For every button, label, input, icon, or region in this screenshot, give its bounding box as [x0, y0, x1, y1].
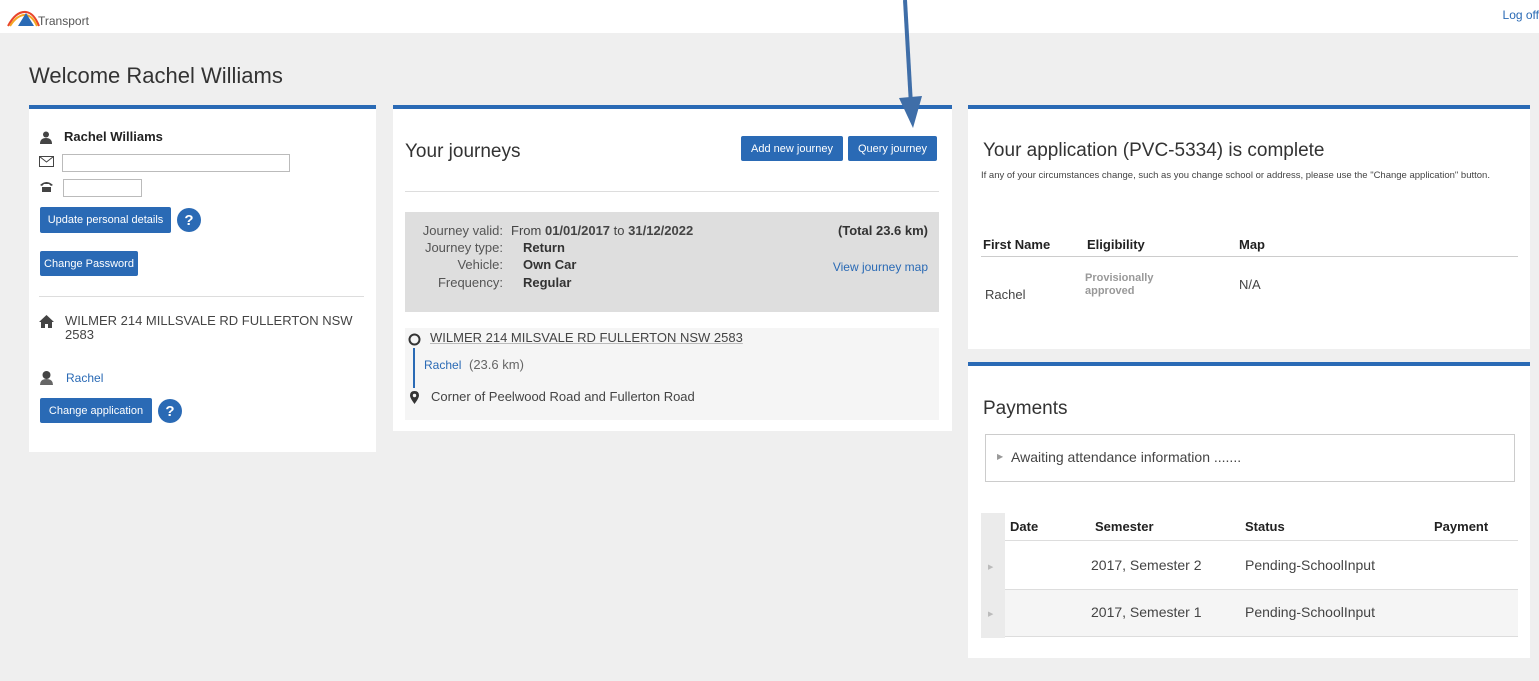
map-marker-icon — [408, 390, 420, 404]
table-row[interactable]: 2017, Semester 2 Pending-SchoolInput — [1005, 541, 1518, 589]
email-field[interactable] — [62, 154, 290, 172]
journeys-title: Your journeys — [405, 141, 521, 162]
journey-valid-label: Journey valid: — [422, 223, 503, 238]
divider — [405, 191, 939, 192]
column-header: Map — [1239, 237, 1265, 252]
application-first-name: Rachel — [985, 287, 1026, 302]
valid-to-date: 31/12/2022 — [628, 223, 694, 238]
table-row[interactable]: 2017, Semester 1 Pending-SchoolInput — [1005, 590, 1518, 636]
profile-panel: Rachel Williams Update personal details … — [29, 105, 376, 452]
awaiting-info-box[interactable]: ▶ Awaiting attendance information ......… — [985, 434, 1515, 482]
column-header: Payment — [1434, 519, 1489, 534]
start-point-icon — [407, 332, 421, 346]
add-new-journey-button[interactable]: Add new journey — [741, 136, 843, 161]
divider — [981, 256, 1518, 257]
help-icon[interactable]: ? — [158, 399, 182, 423]
phone-field[interactable] — [63, 179, 142, 197]
valid-to-word: to — [613, 223, 625, 238]
top-bar: Transport Log off — [0, 0, 1539, 33]
help-icon[interactable]: ? — [177, 208, 201, 232]
column-header: First Name — [983, 237, 1051, 252]
divider — [39, 296, 364, 297]
application-panel: Your application (PVC-5334) is complete … — [968, 105, 1530, 349]
application-note: If any of your circumstances change, suc… — [981, 170, 1490, 181]
journeys-panel: Your journeys Add new journey Query jour… — [393, 105, 952, 431]
expand-arrow-icon[interactable]: ▶ — [997, 452, 1003, 461]
payment-semester: 2017, Semester 1 — [1091, 604, 1202, 620]
route-line — [413, 348, 415, 388]
change-application-button[interactable]: Change application — [40, 398, 152, 423]
column-header: Semester — [1095, 519, 1154, 534]
payments-panel: Payments ▶ Awaiting attendance informati… — [968, 362, 1530, 658]
view-journey-map-link[interactable]: View journey map — [833, 260, 928, 274]
journey-type-value: Return — [523, 240, 565, 255]
eligibility-status: Provisionally approved — [1085, 272, 1154, 297]
envelope-icon — [38, 154, 54, 168]
brand-name: Transport — [38, 14, 89, 28]
phone-icon — [38, 179, 54, 193]
student-link[interactable]: Rachel — [66, 371, 103, 385]
home-address: WILMER 214 MILLSVALE RD FULLERTON NSW 25… — [65, 313, 353, 342]
profile-name: Rachel Williams — [64, 129, 163, 144]
payment-semester: 2017, Semester 2 — [1091, 557, 1202, 573]
transport-logo[interactable]: Transport — [6, 9, 89, 28]
journey-total: (Total 23.6 km) — [837, 223, 928, 238]
logoff-link[interactable]: Log off — [1503, 8, 1539, 22]
expand-arrow-icon[interactable]: ▶ — [988, 563, 993, 571]
query-journey-button[interactable]: Query journey — [848, 136, 937, 161]
page-title: Welcome Rachel Williams — [29, 63, 283, 88]
journey-valid-value: From 01/01/2017 to 31/12/2022 — [511, 223, 693, 238]
column-header: Eligibility — [1087, 237, 1145, 252]
change-password-button[interactable]: Change Password — [40, 251, 138, 276]
payments-title: Payments — [983, 398, 1068, 419]
student-icon — [38, 369, 54, 385]
journey-summary: Journey valid: From 01/01/2017 to 31/12/… — [405, 212, 939, 312]
user-icon — [39, 130, 53, 144]
awaiting-info-text: Awaiting attendance information ....... — [1011, 449, 1242, 465]
payment-status: Pending-SchoolInput — [1245, 604, 1375, 620]
application-title: Your application (PVC-5334) is complete — [983, 140, 1325, 161]
frequency-value: Regular — [523, 275, 572, 290]
home-icon — [38, 314, 54, 328]
journey-start-address: WILMER 214 MILSVALE RD FULLERTON NSW 258… — [430, 330, 743, 345]
transport-logo-icon — [7, 10, 40, 27]
leg-student-link[interactable]: Rachel — [424, 358, 461, 372]
row-expander-column — [981, 513, 1005, 638]
divider — [1005, 636, 1518, 637]
journey-end-address: Corner of Peelwood Road and Fullerton Ro… — [431, 389, 695, 404]
journey-type-label: Journey type: — [424, 240, 503, 255]
vehicle-value: Own Car — [523, 257, 577, 272]
application-map: N/A — [1239, 277, 1261, 292]
payment-status: Pending-SchoolInput — [1245, 557, 1375, 573]
column-header: Status — [1245, 519, 1285, 534]
journey-route: WILMER 214 MILSVALE RD FULLERTON NSW 258… — [405, 328, 939, 420]
valid-from-date: 01/01/2017 — [544, 223, 611, 238]
valid-from-word: From — [511, 223, 542, 238]
expand-arrow-icon[interactable]: ▶ — [988, 610, 993, 618]
column-header: Date — [1010, 519, 1039, 534]
main-area: Welcome Rachel Williams Rachel Williams … — [0, 33, 1539, 681]
leg-distance: (23.6 km) — [469, 357, 524, 372]
frequency-label: Frequency: — [437, 275, 503, 290]
vehicle-label: Vehicle: — [457, 257, 503, 272]
update-personal-details-button[interactable]: Update personal details — [40, 207, 171, 233]
